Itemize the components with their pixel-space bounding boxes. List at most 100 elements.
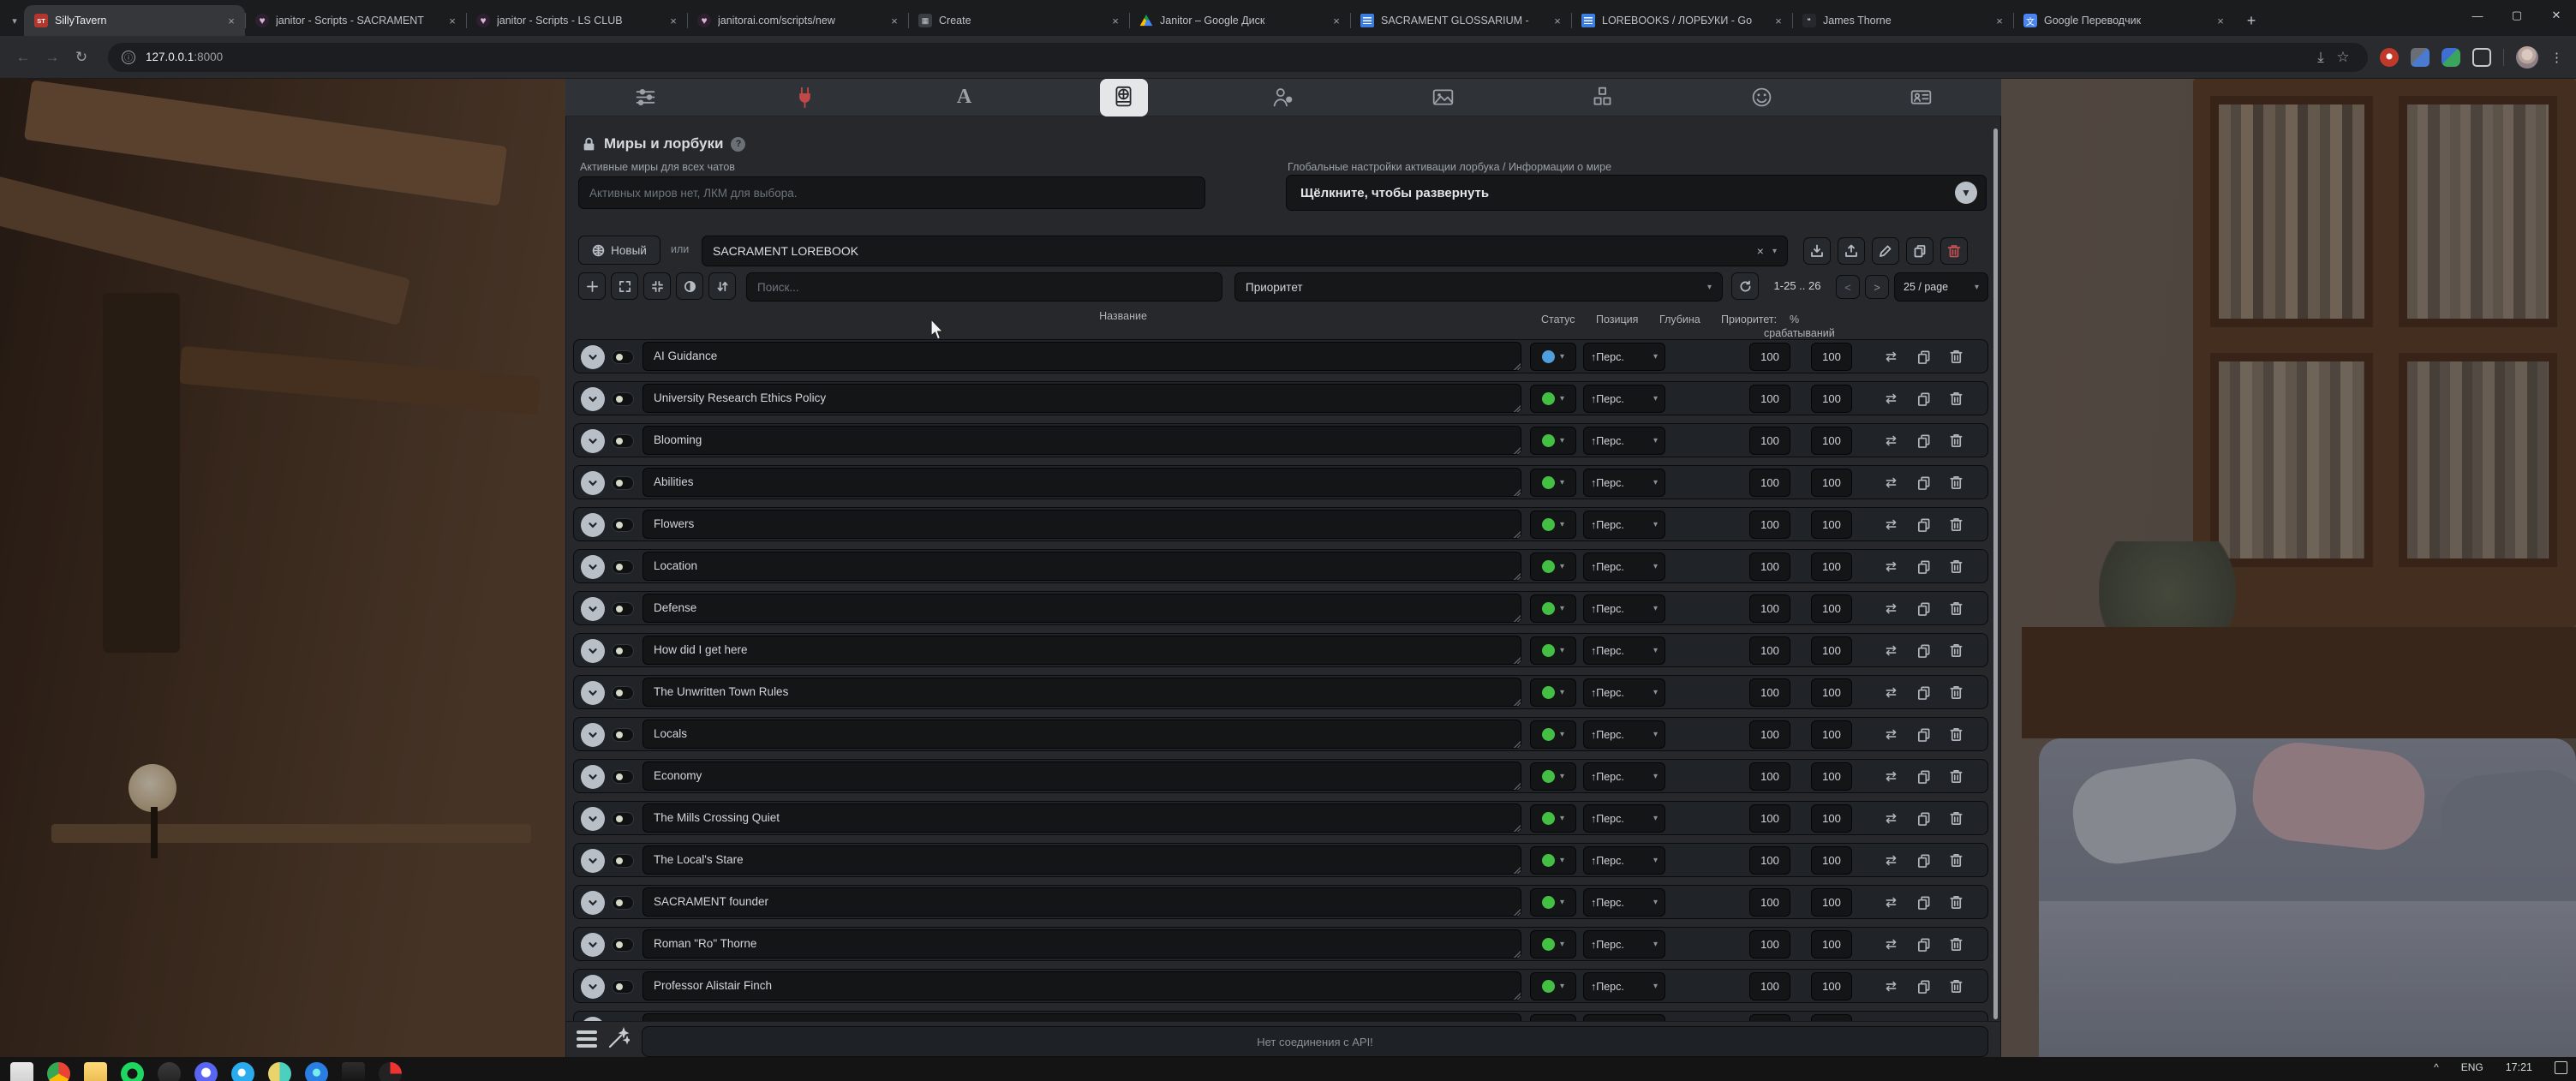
backgrounds-image-icon[interactable]: [1419, 81, 1467, 115]
browser-tab[interactable]: STSillyTavern×: [24, 5, 245, 36]
new-lorebook-button[interactable]: Новый: [578, 236, 660, 265]
entry-duplicate-button[interactable]: [1910, 721, 1936, 747]
formatting-font-icon[interactable]: A: [941, 81, 989, 115]
search-input[interactable]: Поиск...: [746, 272, 1222, 302]
entry-duplicate-button[interactable]: [1910, 595, 1936, 621]
resize-handle-icon[interactable]: [1513, 404, 1521, 412]
entry-status-select[interactable]: ▾: [1530, 511, 1576, 539]
entry-duplicate-button[interactable]: [1910, 385, 1936, 411]
entry-enabled-toggle[interactable]: [612, 938, 634, 952]
entry-name-input[interactable]: [643, 678, 1521, 707]
entry-name-input[interactable]: [643, 845, 1521, 875]
entry-probability-input[interactable]: [1811, 720, 1852, 749]
tab-close-icon[interactable]: ×: [1109, 14, 1122, 27]
refresh-list-button[interactable]: [1731, 272, 1759, 300]
entry-probability-input[interactable]: [1811, 888, 1852, 917]
extension-red-icon[interactable]: [2380, 48, 2399, 67]
entry-priority-input[interactable]: [1749, 636, 1790, 665]
next-page-button[interactable]: >: [1865, 275, 1889, 299]
entry-duplicate-button[interactable]: [1910, 679, 1936, 705]
entry-enabled-toggle[interactable]: [612, 644, 634, 658]
entry-position-select[interactable]: ↑Перс.▾: [1583, 804, 1665, 833]
entry-status-select[interactable]: ▾: [1530, 930, 1576, 959]
entry-expand-button[interactable]: [581, 513, 605, 537]
bookmark-star-icon[interactable]: ☆: [2332, 43, 2354, 72]
ai-config-sliders-icon[interactable]: [621, 81, 669, 115]
tab-search-icon[interactable]: ▾: [5, 5, 24, 36]
entry-name-input[interactable]: [643, 384, 1521, 413]
taskbar-app-yellow-icon[interactable]: [158, 1062, 181, 1081]
entry-probability-input[interactable]: [1811, 846, 1852, 875]
resize-handle-icon[interactable]: [1513, 488, 1521, 496]
entry-priority-input[interactable]: [1749, 469, 1790, 497]
entry-enabled-toggle[interactable]: [612, 392, 634, 406]
entry-move-button[interactable]: [1878, 385, 1904, 411]
entry-move-button[interactable]: [1878, 595, 1904, 621]
entry-move-button[interactable]: [1878, 637, 1904, 663]
entry-priority-input[interactable]: [1749, 678, 1790, 707]
maximize-button[interactable]: ▢: [2497, 0, 2537, 31]
entry-position-select[interactable]: ↑Перс.▾: [1583, 846, 1665, 875]
entry-delete-button[interactable]: [1943, 343, 1969, 369]
entry-expand-button[interactable]: [581, 891, 605, 915]
entry-move-button[interactable]: [1878, 931, 1904, 957]
entry-expand-button[interactable]: [581, 345, 605, 369]
minimize-button[interactable]: —: [2458, 0, 2497, 31]
entry-position-select[interactable]: ↑Перс.▾: [1583, 888, 1665, 917]
taskbar-app-dark-icon[interactable]: [379, 1062, 402, 1081]
entry-status-select[interactable]: ▾: [1530, 636, 1576, 665]
entry-status-select[interactable]: ▾: [1530, 594, 1576, 623]
entry-status-select[interactable]: ▾: [1530, 552, 1576, 581]
entry-priority-input[interactable]: [1749, 720, 1790, 749]
resize-handle-icon[interactable]: [1513, 992, 1521, 1000]
entry-delete-button[interactable]: [1943, 931, 1969, 957]
entry-status-select[interactable]: ▾: [1530, 888, 1576, 917]
extension-stack-icon[interactable]: [2411, 48, 2430, 67]
api-connections-plug-icon[interactable]: [780, 81, 828, 115]
address-bar[interactable]: ⓘ 127.0.0.1 :8000 ⤓ ☆: [108, 43, 2368, 72]
close-window-button[interactable]: ✕: [2537, 0, 2576, 31]
resize-handle-icon[interactable]: [1513, 740, 1521, 748]
tab-close-icon[interactable]: ×: [2214, 14, 2227, 27]
resize-handle-icon[interactable]: [1513, 698, 1521, 706]
entry-status-select[interactable]: ▾: [1530, 720, 1576, 749]
entry-probability-input[interactable]: [1811, 385, 1852, 413]
taskbar-start-icon[interactable]: [10, 1062, 33, 1081]
entry-delete-button[interactable]: [1943, 679, 1969, 705]
entry-delete-button[interactable]: [1943, 721, 1969, 747]
entry-duplicate-button[interactable]: [1910, 553, 1936, 579]
language-indicator[interactable]: ENG: [2461, 1061, 2483, 1073]
taskbar-maps-icon[interactable]: [268, 1062, 291, 1081]
entry-move-button[interactable]: [1878, 889, 1904, 915]
entry-probability-input[interactable]: [1811, 972, 1852, 1000]
entry-probability-input[interactable]: [1811, 678, 1852, 707]
entry-probability-input[interactable]: [1811, 552, 1852, 581]
entry-status-select[interactable]: ▾: [1530, 972, 1576, 1000]
tab-close-icon[interactable]: ×: [888, 14, 901, 27]
taskbar-terminal-icon[interactable]: [342, 1062, 365, 1081]
entry-enabled-toggle[interactable]: [612, 434, 634, 448]
entry-position-select[interactable]: ↑Перс.▾: [1583, 930, 1665, 959]
entry-delete-button[interactable]: [1943, 469, 1969, 495]
prev-page-button[interactable]: <: [1836, 275, 1860, 299]
entry-probability-input[interactable]: [1811, 636, 1852, 665]
entry-expand-button[interactable]: [581, 555, 605, 579]
collapse-all-button[interactable]: [643, 272, 671, 300]
entry-enabled-toggle[interactable]: [612, 560, 634, 574]
extensions-wand-icon[interactable]: [607, 1027, 631, 1051]
entry-enabled-toggle[interactable]: [612, 476, 634, 490]
entry-position-select[interactable]: ↑Перс.▾: [1583, 762, 1665, 791]
entry-duplicate-button[interactable]: [1910, 889, 1936, 915]
entry-priority-input[interactable]: [1749, 930, 1790, 959]
entry-expand-button[interactable]: [581, 723, 605, 747]
rename-lorebook-button[interactable]: [1872, 237, 1899, 265]
entry-name-input[interactable]: [643, 552, 1521, 581]
entry-expand-button[interactable]: [581, 597, 605, 621]
resize-handle-icon[interactable]: [1513, 866, 1521, 874]
browser-tab[interactable]: ♥janitor - Scripts - SACRAMENT×: [245, 5, 466, 36]
taskbar-discord-icon[interactable]: [194, 1062, 218, 1081]
taskbar-app-blue-icon[interactable]: [305, 1062, 328, 1081]
entry-expand-button[interactable]: [581, 975, 605, 999]
entry-expand-button[interactable]: [581, 639, 605, 663]
entry-duplicate-button[interactable]: [1910, 931, 1936, 957]
